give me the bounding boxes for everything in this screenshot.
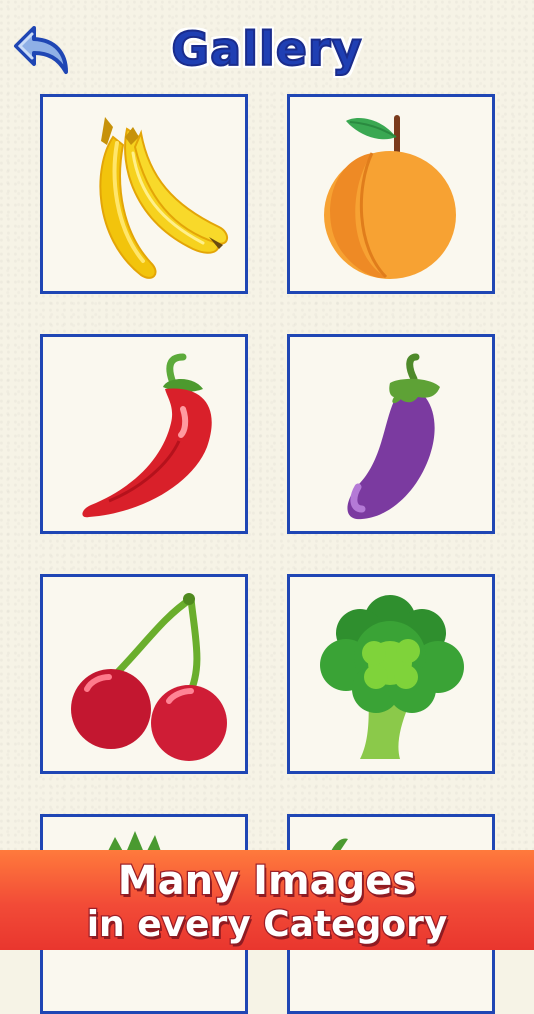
chili-pepper-icon	[82, 353, 212, 518]
gallery-item-peach[interactable]	[287, 94, 495, 294]
broccoli-icon	[320, 595, 464, 759]
promo-banner: Many Images in every Category	[0, 850, 534, 950]
eggplant-icon	[347, 353, 440, 520]
peach-icon	[324, 115, 456, 279]
gallery-item-chili-pepper[interactable]	[40, 334, 248, 534]
banana-icon	[99, 117, 228, 279]
banner-headline: Many Images	[117, 857, 418, 906]
cherries-icon	[71, 593, 227, 761]
banner-subline: in every Category	[85, 903, 448, 947]
gallery-grid	[0, 0, 534, 1014]
gallery-item-eggplant[interactable]	[287, 334, 495, 534]
gallery-item-banana[interactable]	[40, 94, 248, 294]
gallery-item-broccoli[interactable]	[287, 574, 495, 774]
gallery-item-cherries[interactable]	[40, 574, 248, 774]
